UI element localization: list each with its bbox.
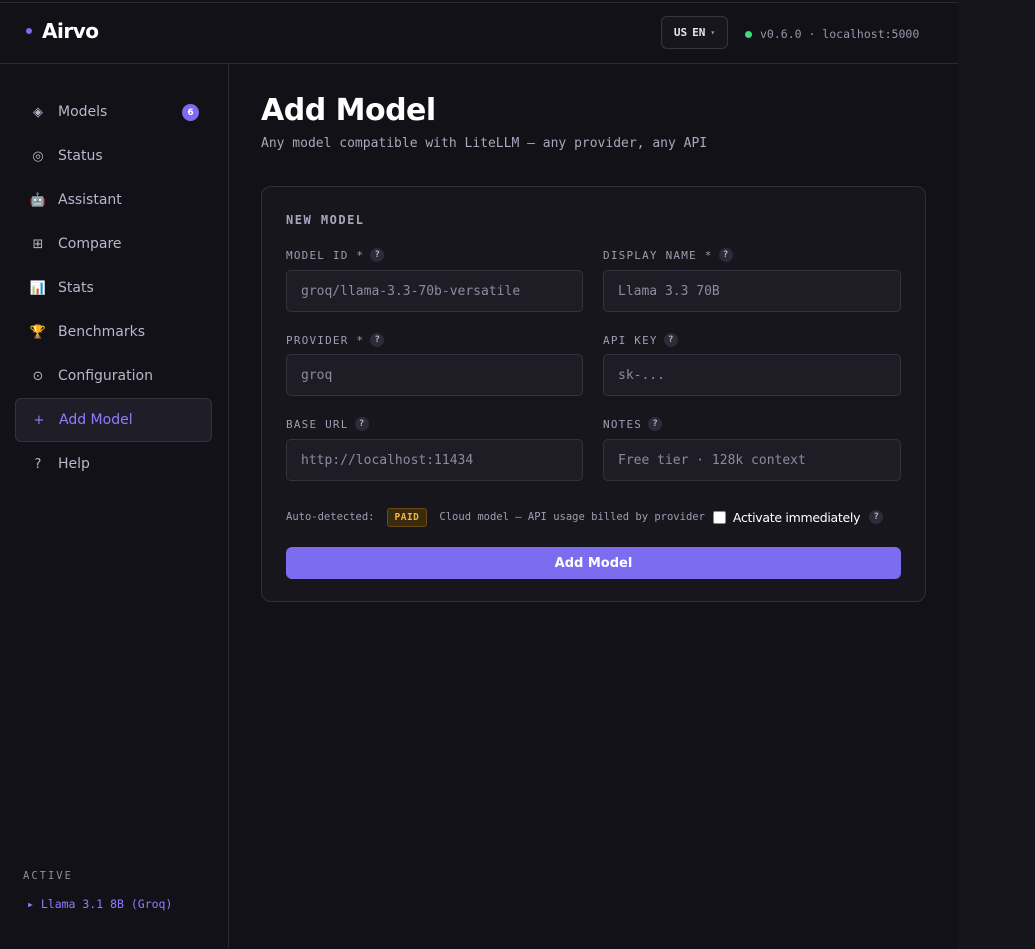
sidebar-item-stats[interactable]: 📊 Stats bbox=[15, 266, 212, 310]
provider-label: PROVIDER * ? bbox=[286, 333, 385, 347]
sidebar-item-benchmarks[interactable]: 🏆 Benchmarks bbox=[15, 310, 212, 354]
models-count-badge: 6 bbox=[182, 104, 199, 121]
help-icon[interactable]: ? bbox=[663, 333, 678, 347]
notes-label: NOTES ? bbox=[603, 417, 663, 431]
help-icon[interactable]: ? bbox=[869, 510, 884, 524]
base-url-label-text: BASE URL bbox=[286, 417, 349, 431]
sidebar-item-label: Status bbox=[58, 148, 103, 164]
status-online-icon bbox=[745, 30, 752, 38]
bar-chart-icon: 📊 bbox=[29, 280, 47, 296]
sidebar-item-label: Models bbox=[58, 104, 108, 120]
display-name-label: DISPLAY NAME * ? bbox=[603, 248, 733, 262]
notes-input[interactable] bbox=[603, 439, 901, 481]
add-model-button[interactable]: Add Model bbox=[286, 547, 901, 579]
brand-name: Airvo bbox=[42, 19, 99, 43]
base-url-label: BASE URL ? bbox=[286, 417, 369, 431]
sidebar-item-label: Assistant bbox=[58, 192, 122, 208]
display-name-input[interactable] bbox=[603, 270, 901, 312]
brand[interactable]: Airvo bbox=[26, 19, 99, 43]
auto-detected-label: Auto-detected: bbox=[286, 511, 375, 523]
question-icon: ? bbox=[34, 456, 42, 472]
outer-background bbox=[958, 0, 1035, 949]
sidebar-item-label: Compare bbox=[58, 236, 122, 252]
api-key-input[interactable] bbox=[603, 354, 901, 396]
help-icon[interactable]: ? bbox=[648, 417, 663, 431]
auto-detected-row: Auto-detected: PAID Cloud model — API us… bbox=[286, 506, 906, 528]
sidebar-item-configuration[interactable]: ⊙ Configuration bbox=[15, 354, 212, 398]
sidebar-item-label: Help bbox=[58, 456, 90, 472]
top-header: Airvo US EN ▾ v0.6.0 · localhost:5000 bbox=[0, 3, 958, 64]
sidebar-item-label: Add Model bbox=[59, 412, 133, 428]
model-id-label: MODEL ID * ? bbox=[286, 248, 385, 262]
notes-label-text: NOTES bbox=[603, 417, 643, 431]
app-window: Airvo US EN ▾ v0.6.0 · localhost:5000 ◈ … bbox=[0, 2, 958, 948]
flag-icon: US bbox=[673, 26, 688, 39]
sidebar-item-status[interactable]: ◎ Status bbox=[15, 134, 212, 178]
new-model-form: NEW MODEL MODEL ID * ? DISPLAY NAME * ? … bbox=[261, 186, 926, 602]
active-section-label: ACTIVE bbox=[23, 870, 73, 882]
sidebar-item-label: Stats bbox=[58, 280, 94, 296]
robot-icon: 🤖 bbox=[29, 192, 47, 208]
brand-dot-icon bbox=[26, 28, 32, 34]
model-id-label-text: MODEL ID * bbox=[286, 248, 365, 262]
provider-input[interactable] bbox=[286, 354, 583, 396]
activate-checkbox[interactable] bbox=[712, 510, 726, 524]
provider-label-text: PROVIDER * bbox=[286, 333, 365, 347]
page-title: Add Model bbox=[261, 93, 436, 128]
form-section-title: NEW MODEL bbox=[286, 213, 365, 227]
paid-badge: PAID bbox=[386, 507, 428, 527]
api-key-label-text: API KEY bbox=[603, 333, 658, 347]
help-icon[interactable]: ? bbox=[370, 333, 385, 347]
sidebar-item-compare[interactable]: ⊞ Compare bbox=[15, 222, 212, 266]
sidebar-item-label: Configuration bbox=[58, 368, 153, 384]
sidebar-item-help[interactable]: ? Help bbox=[15, 442, 212, 486]
sidebar: ◈ Models 6 ◎ Status 🤖 Assistant ⊞ Compar… bbox=[0, 64, 229, 948]
model-id-input[interactable] bbox=[286, 270, 583, 312]
help-icon[interactable]: ? bbox=[370, 248, 385, 262]
api-key-label: API KEY ? bbox=[603, 333, 678, 347]
settings-icon: ⊙ bbox=[32, 368, 44, 384]
page-subtitle: Any model compatible with LiteLLM — any … bbox=[261, 136, 708, 151]
version-text: v0.6.0 · localhost:5000 bbox=[760, 27, 920, 41]
grid-icon: ⊞ bbox=[32, 236, 44, 252]
language-selector[interactable]: US EN ▾ bbox=[661, 16, 728, 49]
display-name-label-text: DISPLAY NAME * bbox=[603, 248, 713, 262]
status-icon: ◎ bbox=[32, 148, 44, 164]
trophy-icon: 🏆 bbox=[29, 324, 47, 340]
active-model-link[interactable]: ▸ Llama 3.1 8B (Groq) bbox=[27, 897, 172, 911]
server-status: v0.6.0 · localhost:5000 bbox=[745, 27, 919, 41]
chevron-down-icon: ▾ bbox=[710, 28, 716, 37]
plus-icon: + bbox=[33, 412, 45, 428]
help-icon[interactable]: ? bbox=[718, 248, 733, 262]
base-url-input[interactable] bbox=[286, 439, 583, 481]
auto-detected-text: Cloud model — API usage billed by provid… bbox=[439, 511, 705, 523]
sidebar-item-label: Benchmarks bbox=[58, 324, 146, 340]
sidebar-item-add-model[interactable]: + Add Model bbox=[15, 398, 212, 442]
sidebar-item-models[interactable]: ◈ Models 6 bbox=[15, 90, 212, 134]
diamond-icon: ◈ bbox=[33, 104, 43, 120]
help-icon[interactable]: ? bbox=[354, 417, 369, 431]
activate-label[interactable]: Activate immediately bbox=[733, 510, 861, 525]
sidebar-item-assistant[interactable]: 🤖 Assistant bbox=[15, 178, 212, 222]
language-code: EN bbox=[692, 26, 706, 39]
